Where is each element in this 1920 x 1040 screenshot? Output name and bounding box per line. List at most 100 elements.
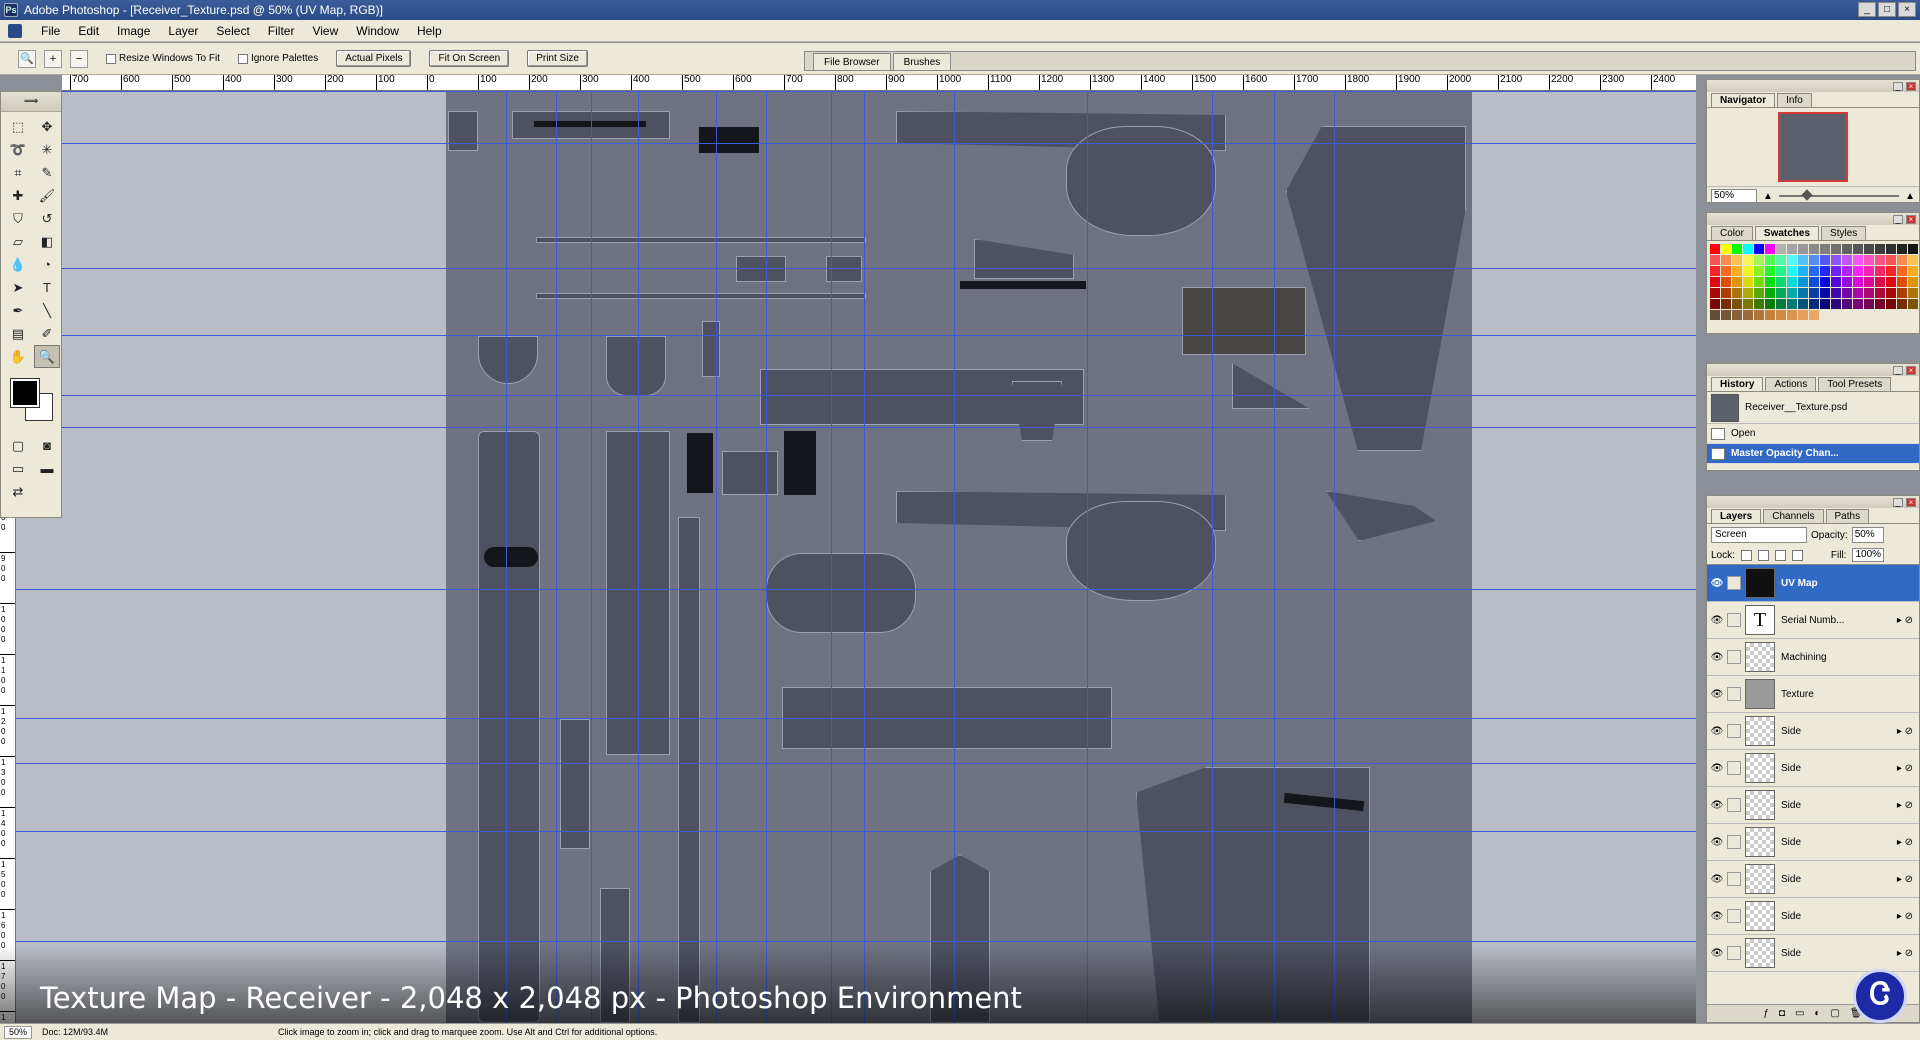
menu-select[interactable]: Select [207,24,258,38]
layer-effects-icon[interactable]: ▸ ⊘ [1897,800,1913,811]
tab-tool-presets[interactable]: Tool Presets [1818,377,1892,391]
tab-navigator[interactable]: Navigator [1711,93,1776,107]
tab-info[interactable]: Info [1777,93,1812,107]
visibility-eye-icon[interactable]: 👁 [1707,652,1727,663]
color-swatch[interactable] [1897,310,1907,320]
fill-field[interactable]: 100% [1852,548,1885,562]
zoom-in-icon[interactable]: + [44,49,62,68]
layer-row[interactable]: 👁 Texture [1707,676,1919,713]
color-swatch[interactable] [1743,288,1753,298]
color-swatch[interactable] [1875,244,1885,254]
photoshop-app-icon[interactable]: Ps [4,3,18,17]
color-swatch[interactable] [1721,299,1731,309]
color-swatch[interactable] [1908,277,1918,287]
guide-line[interactable] [16,718,1696,719]
color-swatch[interactable] [1798,310,1808,320]
layer-row[interactable]: 👁 Side ▸ ⊘ [1707,750,1919,787]
move-tool-icon[interactable]: ✥ [34,115,60,138]
color-swatch[interactable] [1864,266,1874,276]
color-swatch[interactable] [1710,255,1720,265]
screen-mode-full-icon[interactable]: ▬ [34,457,60,480]
layer-effects-icon[interactable]: ▸ ⊘ [1897,726,1913,737]
color-swatch[interactable] [1710,244,1720,254]
color-swatch[interactable] [1754,266,1764,276]
menu-layer[interactable]: Layer [159,24,207,38]
layer-link-icon[interactable] [1727,798,1741,812]
color-swatch[interactable] [1897,255,1907,265]
color-swatch[interactable] [1908,244,1918,254]
color-swatch[interactable] [1853,288,1863,298]
color-swatch[interactable] [1787,255,1797,265]
color-swatch[interactable] [1710,277,1720,287]
color-swatch[interactable] [1732,310,1742,320]
blur-tool-icon[interactable]: 💧 [5,253,31,276]
color-swatch[interactable] [1809,266,1819,276]
close-icon[interactable]: × [1906,214,1916,224]
lock-transparency-icon[interactable] [1740,549,1752,561]
opacity-field[interactable]: 50% [1851,527,1884,543]
color-swatch[interactable] [1809,310,1819,320]
layer-row[interactable]: 👁 Side ▸ ⊘ [1707,824,1919,861]
color-swatch[interactable] [1787,299,1797,309]
color-swatch[interactable] [1798,277,1808,287]
guide-line[interactable] [1212,91,1213,1023]
color-swatch[interactable] [1820,288,1830,298]
color-swatch[interactable] [1809,244,1819,254]
guide-line[interactable] [506,91,507,1023]
color-swatch[interactable] [1820,255,1830,265]
layer-link-icon[interactable] [1727,576,1741,590]
color-swatch[interactable] [1897,277,1907,287]
layer-effects-icon[interactable]: ▸ ⊘ [1897,615,1913,626]
color-swatch[interactable] [1820,277,1830,287]
color-swatch[interactable] [1886,277,1896,287]
color-swatch[interactable] [1908,266,1918,276]
layer-row[interactable]: 👁 Machining [1707,639,1919,676]
color-swatch[interactable] [1721,255,1731,265]
color-swatch[interactable] [1721,288,1731,298]
color-swatch[interactable] [1853,266,1863,276]
color-swatch[interactable] [1886,244,1896,254]
layer-effects-icon[interactable]: ▸ ⊘ [1897,911,1913,922]
layer-link-icon[interactable] [1727,909,1741,923]
hand-tool-icon[interactable]: ✋ [5,345,31,368]
layer-row[interactable]: 👁 Side ▸ ⊘ [1707,713,1919,750]
visibility-eye-icon[interactable]: 👁 [1707,615,1727,626]
layer-link-icon[interactable] [1727,650,1741,664]
color-swatch[interactable] [1809,288,1819,298]
color-swatch[interactable] [1765,310,1775,320]
color-swatch[interactable] [1831,244,1841,254]
fit-on-screen-button[interactable]: Fit On Screen [429,50,510,67]
color-swatch[interactable] [1732,277,1742,287]
slice-tool-icon[interactable]: ✎ [34,161,60,184]
minimize-icon[interactable]: _ [1893,81,1903,91]
resize-windows-checkbox[interactable]: Resize Windows To Fit [106,53,220,64]
type-tool-icon[interactable]: T [34,276,60,299]
new-layer-icon[interactable]: ▢ [1830,1008,1839,1019]
layer-link-icon[interactable] [1727,835,1741,849]
color-swatch[interactable] [1743,266,1753,276]
close-icon[interactable]: × [1906,497,1916,507]
color-swatch[interactable] [1776,277,1786,287]
layer-link-icon[interactable] [1727,872,1741,886]
layer-link-icon[interactable] [1727,613,1741,627]
color-swatch[interactable] [1776,299,1786,309]
guide-line[interactable] [556,91,557,1023]
minimize-icon[interactable]: _ [1893,497,1903,507]
guide-line[interactable] [16,589,1696,590]
color-swatch[interactable] [1732,255,1742,265]
visibility-eye-icon[interactable]: 👁 [1707,763,1727,774]
dodge-tool-icon[interactable]: ◔ [34,253,60,276]
color-swatch[interactable] [1743,255,1753,265]
color-swatch[interactable] [1831,277,1841,287]
color-swatch[interactable] [1875,299,1885,309]
menu-image[interactable]: Image [108,24,159,38]
guide-line[interactable] [16,91,1696,92]
color-swatch[interactable] [1842,244,1852,254]
navigator-thumbnail[interactable] [1778,112,1848,182]
standard-mode-icon[interactable]: ▢ [5,434,31,457]
color-swatch[interactable] [1776,266,1786,276]
layer-style-icon[interactable]: ƒ [1763,1008,1769,1019]
horizontal-ruler[interactable]: 700 600 500 400 300 200 100 0 100 200 300 400 500 600… [62,75,1696,91]
color-swatch[interactable] [1875,266,1885,276]
lock-image-icon[interactable] [1757,549,1769,561]
